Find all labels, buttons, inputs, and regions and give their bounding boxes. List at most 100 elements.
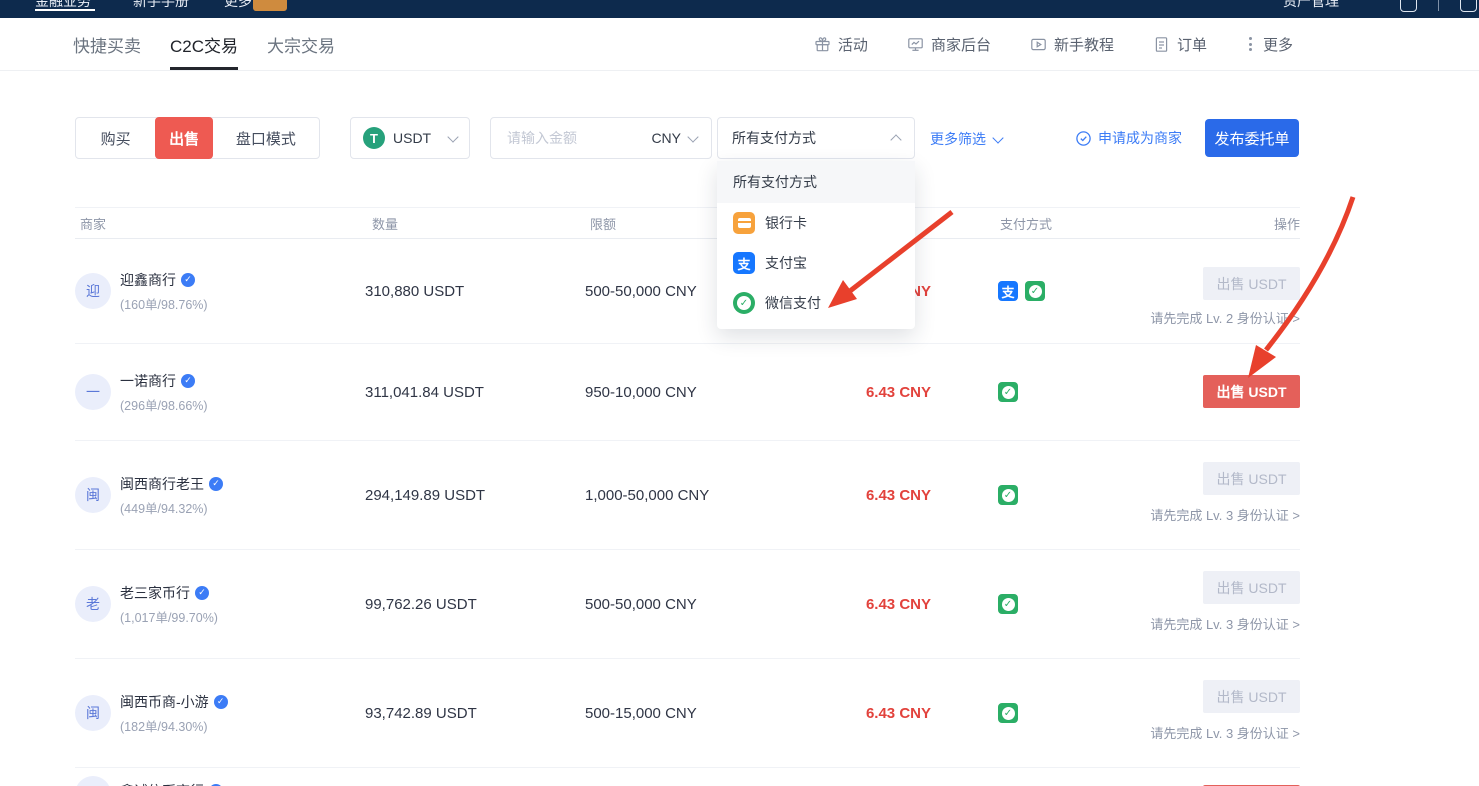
verified-badge-icon: ✓ xyxy=(214,695,228,709)
merchant-orders: (1,017单/99.70%) xyxy=(120,607,218,626)
kyc-note[interactable]: 请先完成 Lv. 3 身份认证 > xyxy=(1150,723,1300,742)
nav-item-more[interactable]: 更多 xyxy=(224,0,252,11)
verified-badge-icon: ✓ xyxy=(181,374,195,388)
header-amount: 数量 xyxy=(372,208,398,238)
merchant-cell: 一 一诺商行 ✓ (296单/98.66%) xyxy=(75,371,208,414)
merchant-orders: (160单/98.76%) xyxy=(120,294,208,313)
tab-label: 大宗交易 xyxy=(267,32,335,57)
offer-row: 闽 闽西币商-小游✓ (182单/94.30%) 93,742.89 USDT … xyxy=(75,659,1300,768)
merchant-name-text: 迎鑫商行 xyxy=(120,270,176,290)
currency-value[interactable]: CNY xyxy=(651,130,681,146)
wechat-pay-icon: ✓ xyxy=(998,703,1018,723)
tether-icon: T xyxy=(363,127,385,149)
kyc-note[interactable]: 请先完成 Lv. 2 身份认证 > xyxy=(1150,308,1300,327)
navbar-divider xyxy=(1438,0,1439,11)
sell-usdt-button[interactable]: 出售 USDT xyxy=(1203,375,1300,408)
payment-filter-select[interactable]: 所有支付方式 xyxy=(717,117,915,159)
wechat-pay-icon: ✓ xyxy=(998,594,1018,614)
more-filters-label: 更多筛选 xyxy=(930,129,986,149)
link-label: 新手教程 xyxy=(1054,34,1114,55)
merchant-name[interactable]: 闽西商行老王✓ xyxy=(120,474,223,494)
merchant-name[interactable]: 一诺商行 ✓ xyxy=(120,371,208,391)
coin-value: USDT xyxy=(393,130,433,146)
offer-row: 一 一诺商行✓ (296单/98.66%) 311,041.84 USDT 95… xyxy=(75,344,1300,441)
sell-usdt-button[interactable]: 出售 USDT xyxy=(1203,680,1300,713)
sell-usdt-button[interactable]: 出售 USDT xyxy=(1203,462,1300,495)
link-more[interactable]: 更多 xyxy=(1246,34,1293,55)
merchant-avatar: 一 xyxy=(75,374,111,410)
table-header: 商家 数量 限额 支付方式 操作 xyxy=(75,207,1300,239)
nav-active-underline xyxy=(35,9,95,11)
merchant-cell: 闽 闽西商行老王✓ (449单/94.32%) xyxy=(75,474,223,517)
link-activity[interactable]: 活动 xyxy=(814,34,868,55)
price-cell: 6.43 CNY xyxy=(815,384,931,401)
dropdown-option-all[interactable]: 所有支付方式 xyxy=(717,161,915,203)
chevron-down-icon xyxy=(687,131,698,142)
link-beginner-tutorial[interactable]: 新手教程 xyxy=(1030,34,1114,55)
publish-order-button[interactable]: 发布委托单 xyxy=(1205,119,1299,157)
payment-dropdown-menu: 所有支付方式 银行卡 支 支付宝 ✓ 微信支付 xyxy=(717,161,915,329)
merchant-name-text: 一诺商行 xyxy=(120,371,176,391)
header-merchant: 商家 xyxy=(80,208,106,238)
dropdown-option-wechat-pay[interactable]: ✓ 微信支付 xyxy=(717,283,915,323)
amount-box: CNY xyxy=(490,117,712,159)
wechat-pay-icon: ✓ xyxy=(733,292,755,314)
tab-block-trade[interactable]: 大宗交易 xyxy=(267,18,335,70)
sell-usdt-button[interactable]: 出售 USDT xyxy=(1203,267,1300,300)
wechat-pay-icon: ✓ xyxy=(998,382,1018,402)
option-label: 支付宝 xyxy=(765,253,807,273)
apply-merchant-label: 申请成为商家 xyxy=(1098,128,1182,148)
profile-icon[interactable] xyxy=(1400,0,1417,12)
kyc-note[interactable]: 请先完成 Lv. 3 身份认证 > xyxy=(1150,505,1300,524)
payment-icons-cell: ✓ xyxy=(998,594,1018,614)
option-label: 银行卡 xyxy=(765,213,807,233)
link-label: 商家后台 xyxy=(931,34,991,55)
limit-cell: 500-15,000 CNY xyxy=(585,705,697,722)
merchant-name[interactable]: 闽西币商-小游✓ xyxy=(120,692,228,712)
merchant-name[interactable]: 迎鑫商行 ✓ xyxy=(120,270,208,290)
active-tab-underline xyxy=(170,67,238,70)
verified-badge-icon: ✓ xyxy=(209,477,223,491)
amount-cell: 310,880 USDT xyxy=(365,283,464,300)
link-orders[interactable]: 订单 xyxy=(1153,34,1207,55)
merchant-name[interactable]: 老三家币行✓ xyxy=(120,583,218,603)
merchant-orders: (449单/94.32%) xyxy=(120,498,223,517)
kyc-note[interactable]: 请先完成 Lv. 3 身份认证 > xyxy=(1150,614,1300,633)
merchant-orders: (296单/98.66%) xyxy=(120,395,208,414)
merchant-avatar: 闽 xyxy=(75,477,111,513)
buy-mode-button[interactable]: 购买 xyxy=(76,118,155,158)
header-limit: 限额 xyxy=(590,208,616,238)
merchant-name[interactable]: 鑫诚信币商行✓ xyxy=(120,781,223,786)
amount-cell: 93,742.89 USDT xyxy=(365,705,477,722)
more-filters-link[interactable]: 更多筛选 xyxy=(930,129,1002,149)
offers-table: 商家 数量 限额 支付方式 操作 迎 迎鑫商行✓ (160单/98.76%) 3… xyxy=(75,207,1300,786)
merchant-cell: 闽 闽西币商-小游✓ (182单/94.30%) xyxy=(75,692,228,735)
orderbook-mode-button[interactable]: 盘口模式 xyxy=(213,118,319,158)
c2c-trading-page: 金融业务 新手手册 更多 资产管理 快捷买卖 C2C交易 大宗交易 活动 商家后… xyxy=(0,0,1479,786)
price-cell: 6.43 CNY xyxy=(815,705,931,722)
tab-quick-trade[interactable]: 快捷买卖 xyxy=(73,18,141,70)
sell-usdt-button[interactable]: 出售 USDT xyxy=(1203,571,1300,604)
document-icon xyxy=(1153,36,1170,53)
nav-item-guide[interactable]: 新手手册 xyxy=(133,0,189,11)
verified-badge-icon: ✓ xyxy=(181,273,195,287)
limit-cell: 1,000-50,000 CNY xyxy=(585,487,709,504)
header-action: 操作 xyxy=(1274,208,1300,238)
dropdown-option-bank-card[interactable]: 银行卡 xyxy=(717,203,915,243)
link-merchant-console[interactable]: 商家后台 xyxy=(907,34,991,55)
wallet-icon[interactable] xyxy=(1460,0,1477,12)
nav-item-assets[interactable]: 资产管理 xyxy=(1283,0,1339,11)
amount-input[interactable] xyxy=(505,129,645,147)
amount-cell: 311,041.84 USDT xyxy=(365,384,484,401)
chevron-up-icon xyxy=(890,134,901,145)
sell-mode-button[interactable]: 出售 xyxy=(155,117,213,159)
offer-row: 迎 迎鑫商行✓ (160单/98.76%) 310,880 USDT 500-5… xyxy=(75,239,1300,344)
alipay-icon: 支 xyxy=(733,252,755,274)
tab-c2c-trade[interactable]: C2C交易 xyxy=(170,18,238,70)
apply-merchant-link[interactable]: 申请成为商家 xyxy=(1075,128,1182,148)
toolbar-links: 活动 商家后台 新手教程 订单 更多 xyxy=(814,18,1293,70)
dropdown-option-alipay[interactable]: 支 支付宝 xyxy=(717,243,915,283)
coin-select[interactable]: T USDT xyxy=(350,117,470,159)
chevron-down-icon xyxy=(992,132,1003,143)
gift-icon xyxy=(814,36,831,53)
